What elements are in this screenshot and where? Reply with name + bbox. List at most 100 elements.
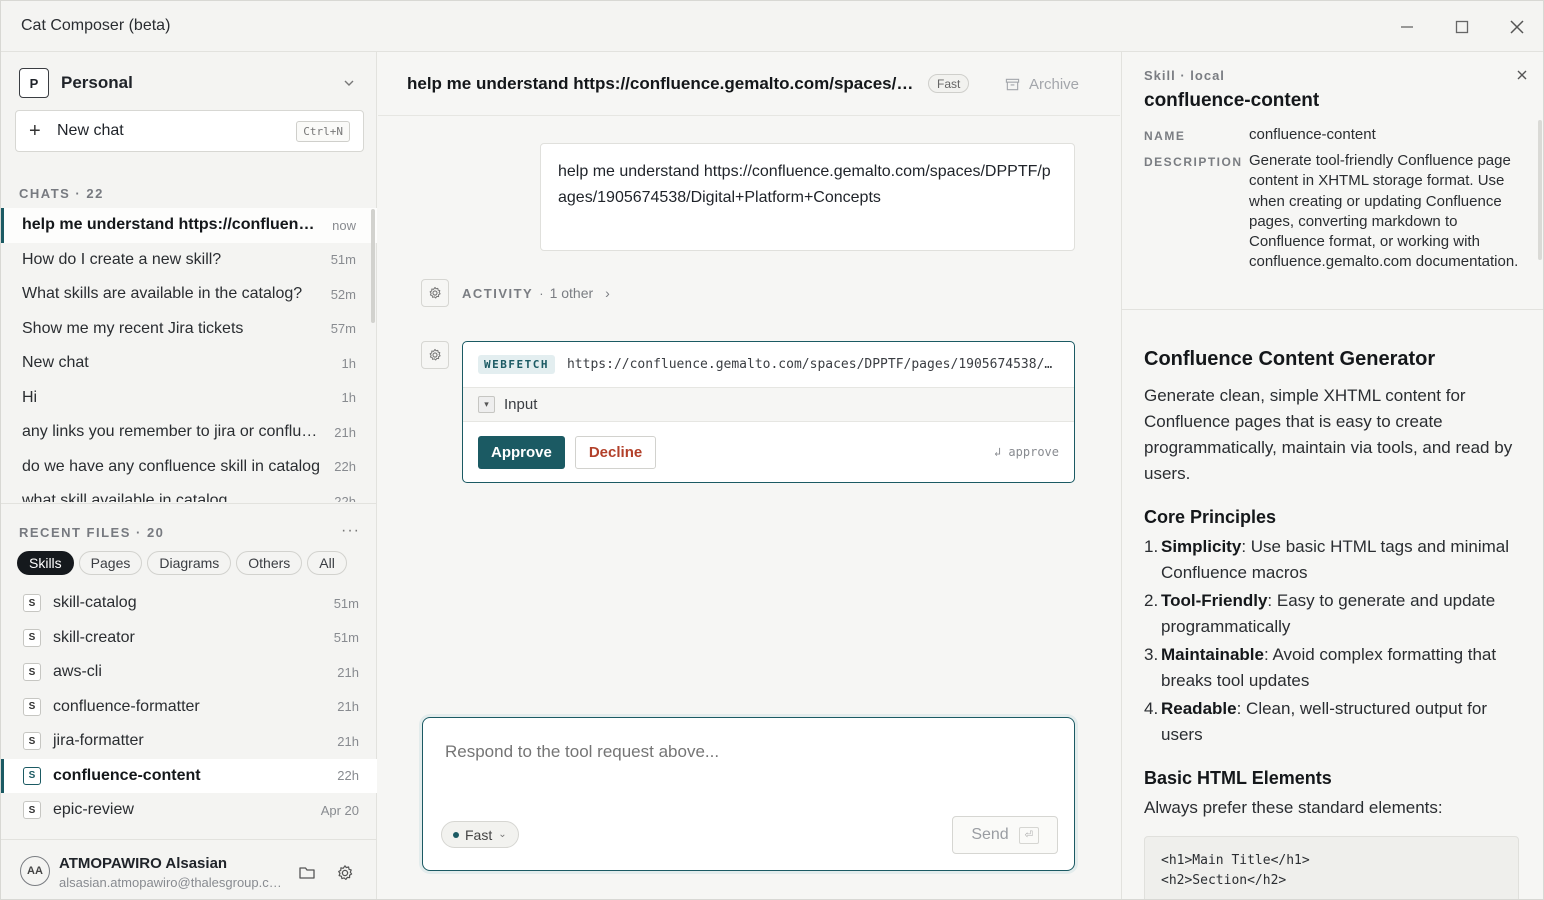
chat-item[interactable]: any links you remember to jira or conflu… xyxy=(1,415,377,450)
principle-term: Tool-Friendly xyxy=(1161,591,1268,610)
chat-item-title: any links you remember to jira or conflu… xyxy=(22,423,325,441)
enter-key-icon: ⏎ xyxy=(1018,826,1039,844)
file-item-name: jira-formatter xyxy=(53,732,144,750)
chat-item-title: help me understand https://confluence.ge… xyxy=(22,216,322,234)
tool-header: WEBFETCH https://confluence.gemalto.com/… xyxy=(463,342,1074,388)
mode-badge: Fast xyxy=(928,74,970,93)
avatar[interactable]: AA xyxy=(20,856,50,886)
file-item-time: 21h xyxy=(337,664,359,680)
filter-all[interactable]: All xyxy=(307,551,347,575)
chat-item[interactable]: help me understand https://confluence.ge… xyxy=(1,208,377,243)
file-item-time: 21h xyxy=(337,699,359,715)
file-item-name: skill-catalog xyxy=(53,594,137,612)
skill-file-icon: S xyxy=(23,697,41,716)
chat-item[interactable]: what skill available in catalog 22h xyxy=(1,484,377,502)
skill-file-icon: S xyxy=(23,801,41,820)
model-selector[interactable]: Fast ⌄ xyxy=(441,821,519,848)
file-item[interactable]: Sskill-catalog 51m xyxy=(1,586,377,621)
doc-intro: Generate clean, simple XHTML content for… xyxy=(1144,386,1513,483)
skill-file-icon: S xyxy=(23,628,41,647)
description-key: DESCRIPTION xyxy=(1144,155,1243,169)
model-status-dot xyxy=(453,831,459,838)
workspace-switcher[interactable]: P Personal xyxy=(19,68,361,98)
file-item-name: confluence-formatter xyxy=(53,697,200,715)
folder-icon[interactable] xyxy=(298,864,316,882)
chat-item[interactable]: What skills are available in the catalog… xyxy=(1,277,377,312)
file-item-name: skill-creator xyxy=(53,628,135,646)
chat-item-title: what skill available in catalog xyxy=(22,492,228,502)
close-window-button[interactable] xyxy=(1504,14,1530,40)
app-window: Cat Composer (beta) P Personal + New cha… xyxy=(0,0,1544,900)
principle-item: 3. Maintainable: Avoid complex formatting… xyxy=(1144,642,1519,694)
chat-item[interactable]: How do I create a new skill? 51m xyxy=(1,243,377,278)
activity-separator: · xyxy=(539,285,544,301)
maximize-button[interactable] xyxy=(1449,14,1475,40)
decline-button[interactable]: Decline xyxy=(574,435,657,469)
user-email: alsasian.atmopawiro@thalesgroup.com xyxy=(59,875,284,890)
close-icon xyxy=(1510,20,1524,34)
principle-item: 4. Readable: Clean, well-structured outpu… xyxy=(1144,696,1519,748)
file-item-name: aws-cli xyxy=(53,663,102,681)
files-menu-button[interactable]: ··· xyxy=(341,522,360,540)
caret-down-icon: ▾ xyxy=(478,396,495,413)
activity-gear-button[interactable] xyxy=(421,279,449,307)
skill-document: Confluence Content Generator Generate cl… xyxy=(1144,348,1519,899)
composer-input[interactable] xyxy=(445,742,1045,762)
skill-file-icon: S xyxy=(23,594,41,613)
principle-number: 2. xyxy=(1144,591,1159,610)
send-button[interactable]: Send ⏎ xyxy=(952,816,1058,854)
chat-item[interactable]: New chat 1h xyxy=(1,346,377,381)
filter-diagrams[interactable]: Diagrams xyxy=(147,551,232,575)
filter-skills[interactable]: Skills xyxy=(17,551,74,575)
chats-header: CHATS · 22 xyxy=(19,186,104,201)
chat-item[interactable]: Show me my recent Jira tickets 57m xyxy=(1,312,377,347)
file-item-time: Apr 20 xyxy=(320,802,359,818)
tool-gear-button[interactable] xyxy=(421,341,449,369)
user-name: ATMOPAWIRO Alsasian xyxy=(59,855,228,872)
workspace-name: Personal xyxy=(61,73,133,92)
filter-others[interactable]: Others xyxy=(236,551,303,575)
panel-scrollbar[interactable] xyxy=(1538,120,1542,260)
file-item[interactable]: Saws-cli 21h xyxy=(1,655,377,690)
filter-pages[interactable]: Pages xyxy=(78,551,143,575)
chat-item-time: 51m xyxy=(330,252,356,268)
new-chat-shortcut: Ctrl+N xyxy=(296,120,350,142)
gear-icon xyxy=(429,348,441,361)
activity-toggle[interactable]: ACTIVITY · 1 other › xyxy=(462,285,610,301)
send-label: Send xyxy=(971,826,1009,843)
file-item[interactable]: Sjira-formatter 21h xyxy=(1,724,377,759)
principle-number: 1. xyxy=(1144,537,1159,556)
approve-button[interactable]: Approve xyxy=(478,435,565,469)
chat-item-time: 1h xyxy=(341,355,356,371)
maximize-icon xyxy=(1455,20,1469,34)
file-item[interactable]: Sepic-review Apr 20 xyxy=(1,793,377,828)
principles-list: 1. Simplicity: Use basic HTML tags and mi… xyxy=(1144,534,1519,748)
file-item[interactable]: Sconfluence-formatter 21h xyxy=(1,690,377,725)
new-chat-button[interactable]: + New chat Ctrl+N xyxy=(15,110,364,152)
principle-item: 2. Tool-Friendly: Easy to generate and up… xyxy=(1144,588,1519,640)
archive-label: Archive xyxy=(1029,76,1080,93)
file-item[interactable]: Sconfluence-content 22h xyxy=(1,758,377,793)
chat-item-title: New chat xyxy=(22,354,89,372)
skill-file-icon: S xyxy=(23,663,41,682)
name-key: NAME xyxy=(1144,129,1186,143)
archive-button[interactable]: Archive xyxy=(1005,76,1079,93)
chat-item[interactable]: do we have any confluence skill in catal… xyxy=(1,450,377,485)
tool-request-card: WEBFETCH https://confluence.gemalto.com/… xyxy=(462,341,1075,483)
file-item[interactable]: Sskill-creator 51m xyxy=(1,621,377,656)
name-value: confluence-content xyxy=(1249,126,1376,143)
gear-icon[interactable] xyxy=(336,864,354,882)
principle-item: 1. Simplicity: Use basic HTML tags and mi… xyxy=(1144,534,1519,586)
minimize-button[interactable] xyxy=(1394,14,1420,40)
chat-item[interactable]: Hi 1h xyxy=(1,381,377,416)
close-panel-icon[interactable] xyxy=(1514,67,1530,83)
tool-input-toggle[interactable]: ▾ Input xyxy=(463,388,1074,422)
description-value: Generate tool-friendly Confluence page c… xyxy=(1249,152,1519,271)
tool-actions: Approve Decline ↲ approve xyxy=(463,422,1074,482)
chats-list: help me understand https://confluence.ge… xyxy=(1,208,377,502)
file-item-time: 22h xyxy=(337,768,359,784)
minimize-icon xyxy=(1401,26,1413,28)
chat-item-time: 22h xyxy=(334,459,356,475)
chats-scrollbar[interactable] xyxy=(371,209,375,323)
chat-item-title: do we have any confluence skill in catal… xyxy=(22,457,320,475)
